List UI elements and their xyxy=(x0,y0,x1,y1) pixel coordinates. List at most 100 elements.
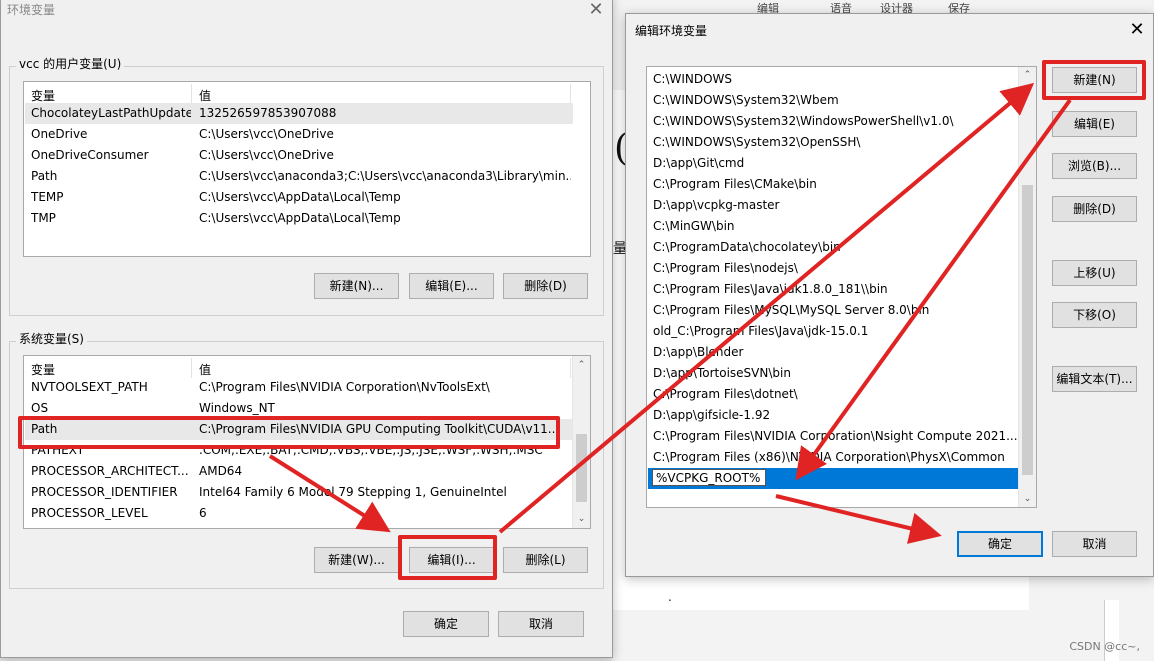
scroll-up-icon[interactable]: ⌃ xyxy=(573,360,590,370)
edit-text-button[interactable]: 编辑文本(T)... xyxy=(1052,366,1137,392)
variable-value: 6 xyxy=(199,506,207,520)
new-entry-input[interactable]: %VCPKG_ROOT% xyxy=(652,469,766,486)
table-row[interactable]: PROCESSOR_ARCHITECT... AMD64 xyxy=(25,461,573,482)
table-row[interactable]: Path C:\Program Files\NVIDIA GPU Computin… xyxy=(25,419,573,440)
column-header-name[interactable]: 变量 xyxy=(31,361,55,378)
variable-name: PROCESSOR_IDENTIFIER xyxy=(31,485,178,499)
variable-value: AMD64 xyxy=(199,464,243,478)
ok-button[interactable]: 确定 xyxy=(957,531,1043,557)
variable-value: C:\Users\vcc\AppData\Local\Temp xyxy=(199,211,401,225)
variable-value: Intel64 Family 6 Model 79 Stepping 1, Ge… xyxy=(199,485,507,499)
path-entry[interactable]: C:\Program Files\MySQL\MySQL Server 8.0\… xyxy=(653,300,929,321)
path-entry[interactable]: C:\WINDOWS\System32\Wbem xyxy=(653,90,839,111)
variable-name: Path xyxy=(31,169,58,183)
path-entry[interactable]: C:\Program Files (x86)\NVIDIA Corporatio… xyxy=(653,447,1005,468)
path-list-scrollbar[interactable]: ⌃ ⌄ xyxy=(1018,67,1036,507)
table-row[interactable]: TMP C:\Users\vcc\AppData\Local\Temp xyxy=(25,208,573,229)
system-table-scrollbar[interactable]: ⌃ ⌄ xyxy=(572,356,590,528)
new-button[interactable]: 新建(N) xyxy=(1052,67,1137,93)
user-edit-button[interactable]: 编辑(E)... xyxy=(409,273,494,299)
table-row[interactable]: PROCESSOR_IDENTIFIER Intel64 Family 6 Mod… xyxy=(25,482,573,503)
close-icon[interactable]: ✕ xyxy=(586,0,606,20)
path-entry[interactable]: C:\WINDOWS\System32\WindowsPowerShell\v1… xyxy=(653,111,954,132)
dialog-title: 环境变量 xyxy=(7,3,56,17)
column-header-value[interactable]: 值 xyxy=(199,361,211,378)
path-entry[interactable]: C:\WINDOWS\System32\OpenSSH\ xyxy=(653,132,860,153)
column-header-name[interactable]: 变量 xyxy=(31,87,55,104)
path-entry[interactable]: C:\Program Files\Java\jdk1.8.0_181\\bin xyxy=(653,279,888,300)
system-variables-table[interactable]: 变量 值 NVTOOLSEXT_PATH C:\Program Files\NVI… xyxy=(23,355,591,529)
ok-button[interactable]: 确定 xyxy=(403,611,489,637)
scrollbar-thumb[interactable] xyxy=(1022,185,1033,475)
system-delete-button[interactable]: 删除(L) xyxy=(503,547,588,573)
table-row[interactable]: PATHEXT .COM;.EXE;.BAT;.CMD;.VBS;.VBE;.JS… xyxy=(25,440,573,461)
variable-name: PATHEXT xyxy=(31,443,85,457)
path-entry[interactable]: C:\WINDOWS xyxy=(653,69,732,90)
cancel-button[interactable]: 取消 xyxy=(498,611,584,637)
path-list[interactable]: C:\WINDOWS C:\WINDOWS\System32\Wbem C:\WIN… xyxy=(646,66,1037,508)
move-up-button[interactable]: 上移(U) xyxy=(1052,260,1137,286)
user-variables-label: vcc 的用户变量(U) xyxy=(16,55,125,72)
selected-row[interactable]: %VCPKG_ROOT% xyxy=(648,468,1019,489)
variable-value: C:\Users\vcc\anaconda3;C:\Users\vcc\anac… xyxy=(199,169,571,183)
table-row[interactable]: Path C:\Users\vcc\anaconda3;C:\Users\vcc\… xyxy=(25,166,573,187)
path-entry[interactable]: D:\app\Git\cmd xyxy=(653,153,744,174)
system-edit-button[interactable]: 编辑(I)... xyxy=(409,547,494,573)
delete-button[interactable]: 删除(D) xyxy=(1052,196,1137,222)
variable-value: C:\Program Files\NVIDIA GPU Computing To… xyxy=(199,422,560,436)
table-row[interactable]: PROCESSOR_LEVEL 6 xyxy=(25,503,573,524)
path-entry[interactable]: C:\Program Files\nodejs\ xyxy=(653,258,798,279)
cancel-button[interactable]: 取消 xyxy=(1052,531,1137,557)
edit-button[interactable]: 编辑(E) xyxy=(1052,111,1137,137)
user-variables-table[interactable]: 变量 值 ChocolateyLastPathUpdate 13252659785… xyxy=(23,81,591,257)
path-entry[interactable]: C:\MinGW\bin xyxy=(653,216,735,237)
system-new-button[interactable]: 新建(W)... xyxy=(314,547,399,573)
variable-name: NVTOOLSEXT_PATH xyxy=(31,380,148,394)
scrollbar-thumb[interactable] xyxy=(576,434,587,502)
scroll-down-icon[interactable]: ⌄ xyxy=(573,514,590,524)
bg-tab: 设计器 xyxy=(880,2,913,15)
path-entry[interactable]: D:\app\Blender xyxy=(653,342,743,363)
browse-button[interactable]: 浏览(B)... xyxy=(1052,153,1137,179)
path-entry[interactable]: D:\app\gifsicle-1.92 xyxy=(653,405,770,426)
table-row[interactable]: NVTOOLSEXT_PATH C:\Program Files\NVIDIA C… xyxy=(25,377,573,398)
variable-value: C:\Users\vcc\OneDrive xyxy=(199,127,334,141)
move-down-button[interactable]: 下移(O) xyxy=(1052,302,1137,328)
variable-value: C:\Program Files\NVIDIA Corporation\NvTo… xyxy=(199,380,490,394)
scroll-down-icon[interactable]: ⌄ xyxy=(1019,494,1036,504)
table-row[interactable]: TEMP C:\Users\vcc\AppData\Local\Temp xyxy=(25,187,573,208)
variable-name: Path xyxy=(31,422,58,436)
table-row[interactable]: OneDriveConsumer C:\Users\vcc\OneDrive xyxy=(25,145,573,166)
variable-value: 132526597853907088 xyxy=(199,106,337,120)
path-entry[interactable]: D:\app\vcpkg-master xyxy=(653,195,780,216)
watermark: CSDN @cc~, xyxy=(1069,640,1140,653)
bg-tab: 编辑 xyxy=(757,2,779,15)
scroll-up-icon[interactable]: ⌃ xyxy=(1019,70,1036,80)
variable-name: OneDriveConsumer xyxy=(31,148,149,162)
table-row[interactable]: OneDrive C:\Users\vcc\OneDrive xyxy=(25,124,573,145)
path-entry[interactable]: C:\Program Files\NVIDIA Corporation\Nsig… xyxy=(653,426,1021,447)
variable-name: TEMP xyxy=(31,190,64,204)
path-entry[interactable]: old_C:\Program Files\Java\jdk-15.0.1 xyxy=(653,321,868,342)
variable-name: TMP xyxy=(31,211,56,225)
table-row[interactable]: ChocolateyLastPathUpdate 1325265978539070… xyxy=(25,103,573,124)
path-entry[interactable]: C:\ProgramData\chocolatey\bin xyxy=(653,237,841,258)
bg-tab: 保存 xyxy=(948,2,970,15)
bg-tab: 语音 xyxy=(830,2,852,15)
user-delete-button[interactable]: 删除(D) xyxy=(503,273,588,299)
variable-name: OS xyxy=(31,401,49,415)
path-entry[interactable]: C:\Program Files\CMake\bin xyxy=(653,174,817,195)
path-entry[interactable]: C:\Program Files\dotnet\ xyxy=(653,384,798,405)
variable-name: PROCESSOR_ARCHITECT... xyxy=(31,464,189,478)
user-new-button[interactable]: 新建(N)... xyxy=(314,273,399,299)
variable-name: PROCESSOR_LEVEL xyxy=(31,506,148,520)
table-row[interactable]: OS Windows_NT xyxy=(25,398,573,419)
column-header-value[interactable]: 值 xyxy=(199,87,211,104)
path-entry[interactable]: D:\app\TortoiseSVN\bin xyxy=(653,363,791,384)
dialog-title: 编辑环境变量 xyxy=(635,24,708,38)
edit-environment-variable-dialog: 编辑环境变量 ✕ C:\WINDOWS C:\WINDOWS\System32\W… xyxy=(625,13,1154,577)
variable-name: OneDrive xyxy=(31,127,88,141)
variable-value: C:\Users\vcc\OneDrive xyxy=(199,148,334,162)
close-icon[interactable]: ✕ xyxy=(1127,19,1147,40)
variable-value: C:\Users\vcc\AppData\Local\Temp xyxy=(199,190,401,204)
